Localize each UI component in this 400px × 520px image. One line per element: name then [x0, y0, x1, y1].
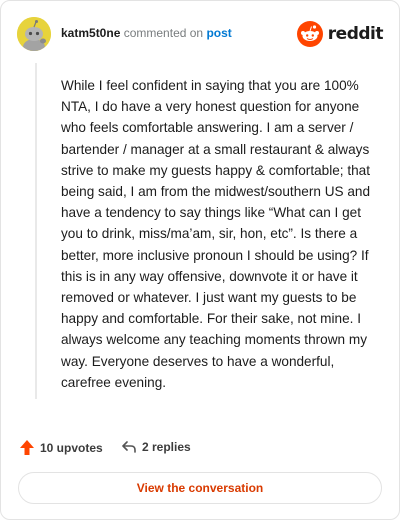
view-conversation-button[interactable]: View the conversation [18, 472, 382, 504]
user-avatar[interactable] [17, 17, 51, 51]
comment-header: katm5t0ne commented on post reddit [17, 15, 384, 55]
comment-card: katm5t0ne commented on post reddit While… [0, 0, 400, 520]
upvote-count: 10 upvotes [40, 440, 103, 455]
action-text: commented on [123, 26, 204, 40]
upvote-arrow-icon [20, 440, 34, 455]
comment-body: While I feel confident in saying that yo… [61, 78, 371, 390]
comment-meta: katm5t0ne commented on post [61, 26, 232, 40]
post-link[interactable]: post [206, 26, 231, 40]
reply-arrow-icon [122, 441, 136, 453]
snoo-avatar-icon [17, 17, 51, 51]
reddit-brand[interactable]: reddit [296, 17, 384, 51]
brand-wordmark: reddit [327, 24, 384, 44]
upvote-button[interactable]: 10 upvotes [19, 439, 103, 456]
replies-button[interactable]: 2 replies [121, 439, 191, 455]
username[interactable]: katm5t0ne [61, 26, 120, 40]
reddit-logo-icon [296, 21, 323, 47]
thread-line [35, 63, 37, 399]
replies-count: 2 replies [142, 440, 191, 454]
